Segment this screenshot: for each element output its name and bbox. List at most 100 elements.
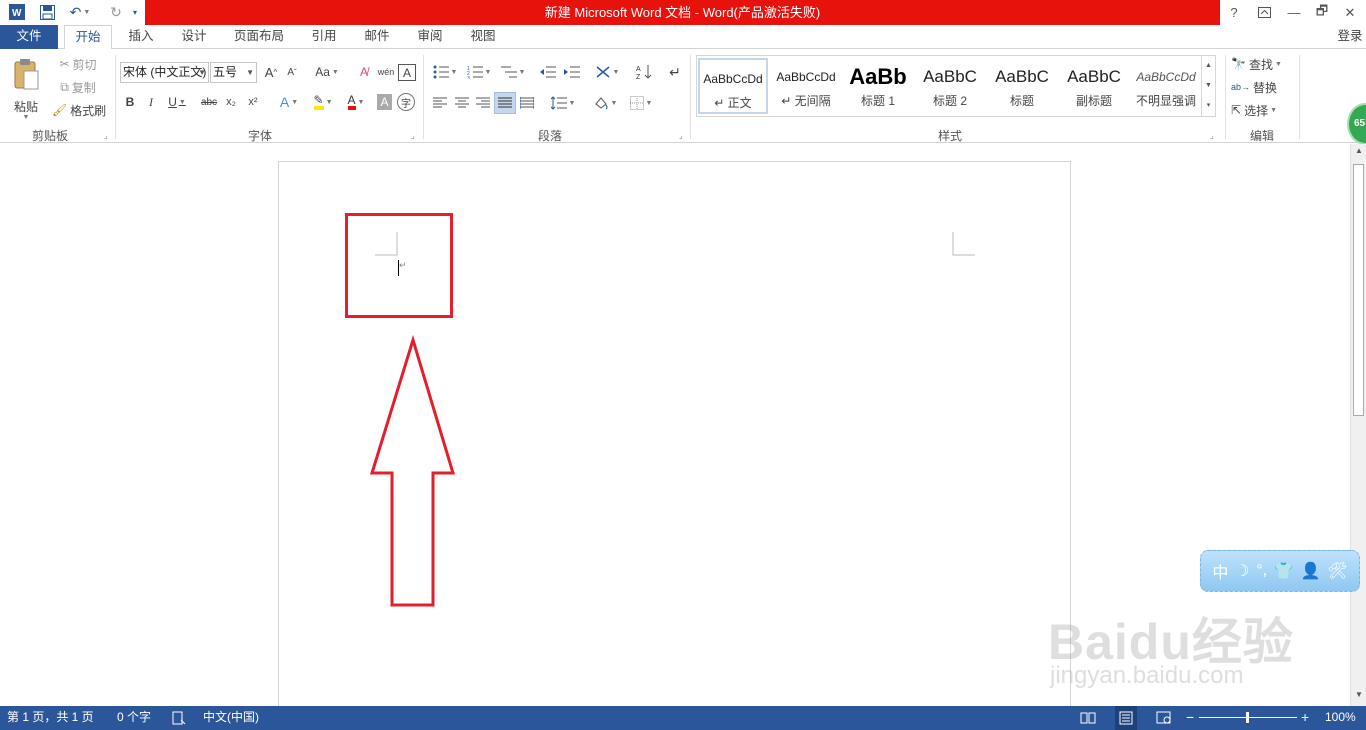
distributed-icon[interactable]	[518, 93, 536, 113]
bullets-icon[interactable]: ▼	[430, 62, 460, 82]
shrink-font-icon[interactable]: Aˇ	[283, 62, 301, 82]
tab-insert[interactable]: 插入	[120, 25, 162, 49]
gallery-down-icon[interactable]: ▼	[1201, 76, 1215, 96]
shading-icon[interactable]: ▼	[590, 93, 620, 113]
superscript-button[interactable]: x²	[244, 92, 262, 112]
subscript-button[interactable]: x₂	[222, 92, 240, 112]
style-subtitle[interactable]: AaBbC 副标题	[1059, 58, 1129, 114]
chinese-layout-icon[interactable]: ▼	[592, 62, 622, 82]
scroll-up-icon[interactable]: ▲	[1351, 146, 1366, 155]
language-indicator[interactable]: 中文(中国)	[203, 706, 259, 730]
tab-mailings[interactable]: 邮件	[356, 25, 398, 49]
ime-chinese-mode[interactable]: 中	[1212, 559, 1228, 583]
character-shading-icon[interactable]: A	[377, 94, 392, 110]
page-count[interactable]: 第 1 页，共 1 页	[7, 706, 94, 730]
tab-design[interactable]: 设计	[173, 25, 215, 49]
style-title[interactable]: AaBbC 标题	[987, 58, 1057, 114]
word-count[interactable]: 0 个字	[117, 706, 151, 730]
user-icon[interactable]: 👤	[1301, 561, 1321, 581]
align-left-icon[interactable]	[431, 93, 449, 113]
font-launcher-icon[interactable]: ⌟	[411, 131, 415, 140]
line-spacing-icon[interactable]: ▼	[548, 93, 578, 113]
print-layout-icon[interactable]	[1115, 706, 1137, 730]
tab-home[interactable]: 开始	[64, 25, 112, 50]
decrease-indent-icon[interactable]	[538, 62, 558, 82]
underline-button[interactable]: U ▼	[165, 92, 189, 112]
show-marks-icon[interactable]: ↵	[665, 62, 685, 82]
styles-launcher-icon[interactable]: ⌟	[1210, 131, 1214, 140]
copy-button[interactable]: ⧉ 复制	[48, 77, 108, 97]
redo-icon[interactable]: ↻	[104, 2, 128, 22]
paste-dropdown-icon[interactable]: ▼	[8, 111, 44, 123]
gallery-more-icon[interactable]: ▾	[1201, 96, 1215, 116]
change-case-icon[interactable]: Aa ▼	[312, 62, 342, 82]
help-button[interactable]: ?	[1220, 0, 1248, 25]
ime-toolbar[interactable]: 中 ☽ °, 👕 👤 🛠	[1200, 550, 1360, 592]
moon-icon[interactable]: ☽	[1235, 561, 1249, 581]
replace-button[interactable]: ab→ 替换	[1231, 77, 1295, 97]
gallery-up-icon[interactable]: ▲	[1201, 56, 1215, 76]
read-mode-icon[interactable]	[1080, 706, 1096, 730]
save-icon[interactable]	[36, 2, 58, 22]
restore-button[interactable]: 🗗	[1308, 0, 1336, 25]
proofing-icon[interactable]	[172, 706, 186, 730]
italic-button[interactable]: I	[143, 92, 159, 112]
tab-layout[interactable]: 页面布局	[226, 25, 292, 49]
format-painter-button[interactable]: 🖌 格式刷	[48, 100, 110, 120]
ribbon-display-options-icon[interactable]	[1250, 0, 1278, 25]
align-center-icon[interactable]	[453, 93, 471, 113]
zoom-level[interactable]: 100%	[1325, 706, 1356, 730]
close-button[interactable]: ✕	[1336, 0, 1364, 25]
document-area[interactable]: ↵	[0, 144, 1350, 706]
multilevel-list-icon[interactable]: ▼	[498, 62, 528, 82]
paste-icon[interactable]	[8, 55, 44, 95]
tab-view[interactable]: 视图	[462, 25, 504, 49]
justify-icon[interactable]	[494, 92, 516, 114]
style-subtle-emphasis[interactable]: AaBbCcDd 不明显强调	[1131, 58, 1201, 114]
select-button[interactable]: ⇱ 选择 ▼	[1231, 100, 1295, 120]
paragraph-launcher-icon[interactable]: ⌟	[679, 131, 683, 140]
clear-formatting-icon[interactable]: A̸	[355, 62, 373, 82]
style-heading-2[interactable]: AaBbC 标题 2	[915, 58, 985, 114]
find-button[interactable]: 🔭 查找 ▼	[1231, 54, 1295, 74]
align-right-icon[interactable]	[474, 93, 492, 113]
text-effects-icon[interactable]: A ▼	[276, 92, 302, 112]
minimize-button[interactable]: —	[1280, 0, 1308, 25]
style-heading-1[interactable]: AaBb 标题 1	[843, 58, 913, 114]
font-size-combo[interactable]: 五号 ▼	[210, 62, 257, 83]
cut-button[interactable]: ✂ 剪切	[48, 54, 108, 74]
tab-file[interactable]: 文件	[0, 25, 58, 49]
login-link[interactable]: 登录	[1334, 25, 1366, 49]
increase-indent-icon[interactable]	[562, 62, 582, 82]
phonetic-guide-icon[interactable]: wén	[376, 62, 396, 82]
font-color-icon[interactable]: A ▼	[342, 92, 370, 112]
enclose-characters-icon[interactable]: 字	[397, 93, 415, 111]
tab-review[interactable]: 审阅	[409, 25, 451, 49]
tab-references[interactable]: 引用	[303, 25, 345, 49]
punctuation-icon[interactable]: °,	[1256, 562, 1267, 580]
zoom-in-button[interactable]: +	[1301, 706, 1309, 730]
skin-icon[interactable]: 👕	[1274, 561, 1294, 581]
highlight-icon[interactable]: ✎ ▼	[308, 92, 338, 112]
scroll-down-icon[interactable]: ▼	[1351, 690, 1366, 699]
customize-qat-icon[interactable]: ▾	[130, 2, 140, 22]
zoom-slider[interactable]	[1199, 706, 1297, 730]
character-border-icon[interactable]: A	[398, 64, 416, 81]
bold-button[interactable]: B	[122, 92, 138, 112]
scrollbar-thumb[interactable]	[1353, 164, 1364, 416]
strikethrough-button[interactable]: abc	[198, 92, 220, 112]
clipboard-launcher-icon[interactable]: ⌟	[104, 131, 108, 140]
undo-icon[interactable]: ↶ ▼	[64, 2, 96, 22]
numbering-icon[interactable]: 1 2 3 ▼	[464, 62, 494, 82]
tools-icon[interactable]: 🛠	[1327, 561, 1347, 581]
zoom-out-button[interactable]: −	[1186, 706, 1194, 730]
font-name-combo[interactable]: 宋体 (中文正文) ▼	[120, 62, 209, 83]
style-normal[interactable]: AaBbCcDd ↵ 正文	[698, 58, 768, 114]
sort-icon[interactable]: AZ	[634, 62, 654, 82]
borders-icon[interactable]: ▼	[626, 93, 656, 113]
web-layout-icon[interactable]	[1156, 706, 1172, 730]
style-no-spacing[interactable]: AaBbCcDd ↵ 无间隔	[771, 58, 841, 114]
zoom-thumb[interactable]	[1246, 712, 1249, 723]
grow-font-icon[interactable]: A ^	[262, 62, 280, 82]
vertical-scrollbar[interactable]: ▲ ▼	[1350, 144, 1366, 706]
